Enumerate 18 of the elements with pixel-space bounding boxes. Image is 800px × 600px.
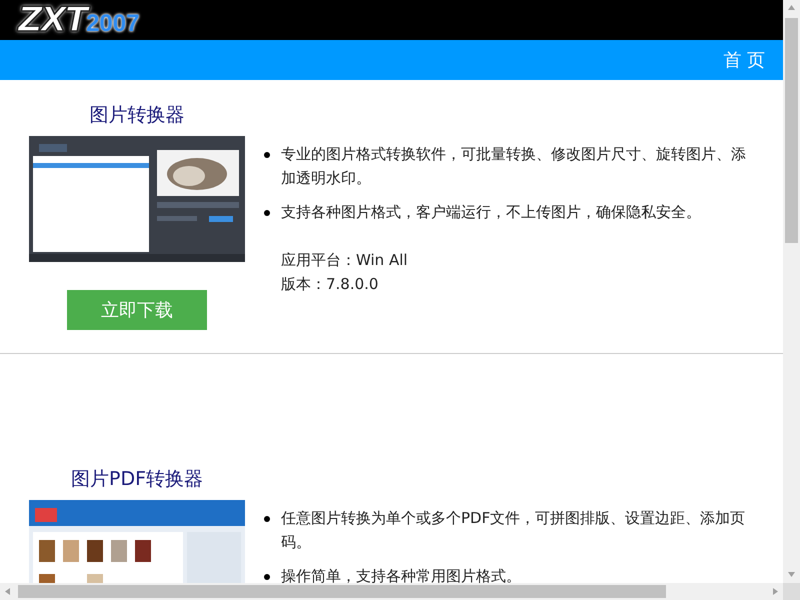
vertical-scrollbar[interactable]: [783, 0, 800, 583]
download-button[interactable]: 立即下载: [67, 290, 207, 330]
feature-text: 任意图片转换为单个或多个PDF文件，可拼图排版、设置边距、添加页码。: [281, 508, 746, 553]
bullet-icon: [264, 574, 270, 580]
version-text: 版本：7.8.0.0: [281, 274, 380, 295]
horizontal-scrollbar[interactable]: [0, 583, 783, 600]
bullet-icon: [264, 516, 270, 522]
platform-text: 应用平台：Win All: [281, 250, 409, 271]
feature-text: 支持各种图片格式，客户端运行，不上传图片，确保隐私安全。: [281, 202, 701, 223]
bullet-icon: [264, 152, 270, 158]
logo: ZXT2007: [18, 0, 140, 40]
bullet-icon: [264, 210, 270, 216]
feature-text: 专业的图片格式转换软件，可批量转换、修改图片尺寸、旋转图片、添加透明水印。: [281, 144, 747, 189]
feature-text: 操作简单，支持各种常用图片格式。: [281, 566, 521, 583]
product-title: 图片转换器: [90, 103, 184, 128]
nav-link[interactable]: 首 页: [723, 48, 765, 72]
product-title: 图片PDF转换器: [70, 467, 204, 492]
scrollbar-corner: [783, 583, 800, 600]
